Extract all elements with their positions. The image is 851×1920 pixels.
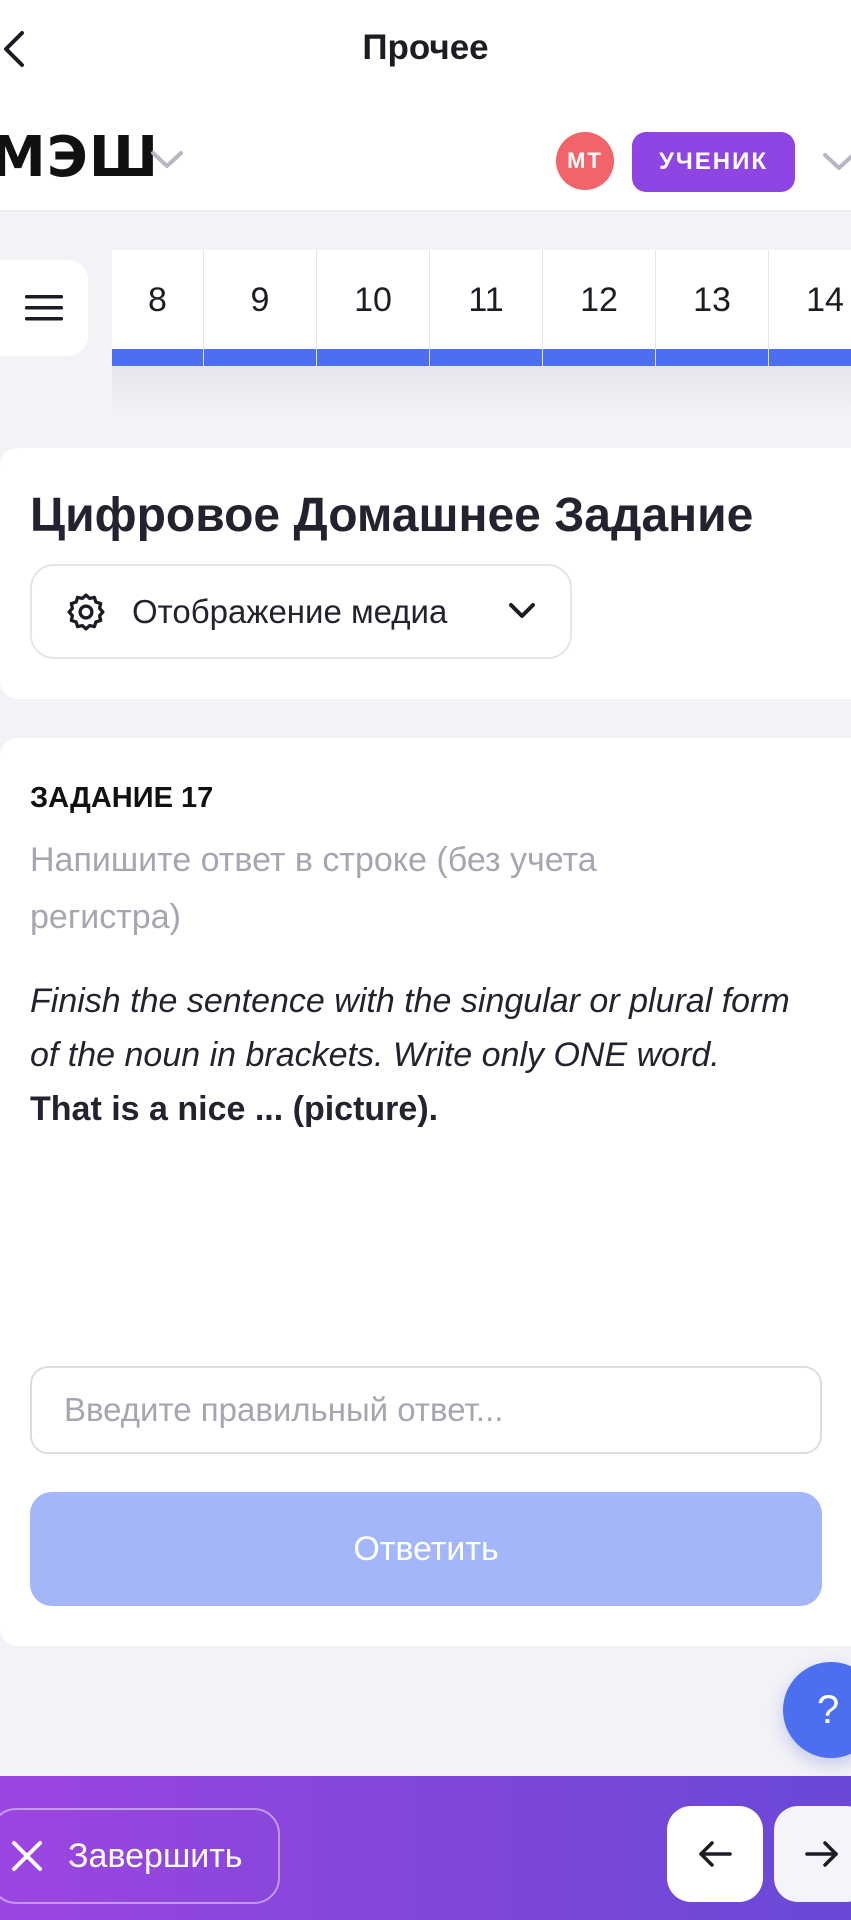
card-title: Цифровое Домашнее Задание	[30, 489, 754, 542]
role-badge[interactable]: УЧЕНИК	[632, 132, 795, 192]
task-number: ЗАДАНИЕ 17	[30, 782, 214, 814]
hamburger-icon	[25, 295, 63, 321]
avatar[interactable]: МТ	[556, 132, 614, 190]
chevron-down-icon[interactable]	[822, 152, 851, 177]
task-tabs-bar: 8 9 10 11 12 13 14	[0, 250, 851, 420]
tab-complete-bar	[769, 349, 851, 366]
help-icon: ?	[817, 1687, 840, 1732]
tab-complete-bar	[543, 349, 655, 366]
tab-complete-bar	[656, 349, 768, 366]
task-instruction: Finish the sentence with the singular or…	[30, 982, 790, 1074]
tab-label: 12	[580, 280, 618, 319]
tab-complete-bar	[317, 349, 429, 366]
finish-label: Завершить	[68, 1836, 243, 1875]
next-task-button[interactable]	[774, 1806, 851, 1902]
gear-icon	[67, 592, 105, 631]
top-bar: Прочее МЭШ МТ УЧЕНИК	[0, 0, 851, 212]
submit-button[interactable]: Ответить	[30, 1492, 822, 1606]
app-logo[interactable]: МЭШ	[0, 126, 159, 190]
help-button[interactable]: ?	[783, 1662, 851, 1758]
homework-card: Цифровое Домашнее Задание Отображение ме…	[0, 448, 851, 699]
tabs-shadow	[112, 366, 851, 418]
task-card: ЗАДАНИЕ 17 Напишите ответ в строке (без …	[0, 738, 851, 1646]
tab-complete-bar	[430, 349, 542, 366]
tab-label: 14	[806, 280, 844, 319]
menu-button[interactable]	[0, 260, 88, 356]
tab-label: 11	[468, 280, 504, 319]
task-tabs: 8 9 10 11 12 13 14	[112, 250, 851, 366]
arrow-left-icon	[699, 1841, 732, 1867]
tab-task[interactable]: 12	[543, 250, 656, 366]
finish-button[interactable]: Завершить	[0, 1808, 280, 1904]
task-text: Finish the sentence with the singular or…	[30, 974, 820, 1136]
chevron-down-icon	[509, 603, 535, 618]
media-display-label: Отображение медиа	[132, 592, 448, 630]
tab-label: 8	[148, 280, 167, 319]
chevron-down-icon[interactable]	[150, 150, 184, 175]
tab-task[interactable]: 14	[769, 250, 851, 366]
close-icon	[12, 1841, 42, 1871]
arrow-right-icon	[805, 1841, 838, 1867]
tab-complete-bar	[112, 349, 203, 366]
answer-input[interactable]	[30, 1366, 822, 1454]
tab-task[interactable]: 13	[656, 250, 769, 366]
tab-label: 13	[693, 280, 731, 319]
tab-label: 9	[250, 280, 270, 319]
bottom-bar: Завершить	[0, 1776, 851, 1920]
tab-task[interactable]: 9	[204, 250, 317, 366]
tab-task[interactable]: 10	[317, 250, 430, 366]
page-title: Прочее	[362, 28, 489, 67]
previous-task-button[interactable]	[667, 1806, 763, 1902]
media-display-dropdown[interactable]: Отображение медиа	[30, 564, 572, 659]
tab-complete-bar	[204, 349, 316, 366]
tab-task[interactable]: 8	[112, 250, 204, 366]
tab-label: 10	[354, 280, 392, 319]
tab-task[interactable]: 11	[430, 250, 543, 366]
task-hint: Напишите ответ в строке (без учета регис…	[30, 841, 597, 936]
task-sentence: That is a nice ... (picture).	[30, 1090, 439, 1128]
